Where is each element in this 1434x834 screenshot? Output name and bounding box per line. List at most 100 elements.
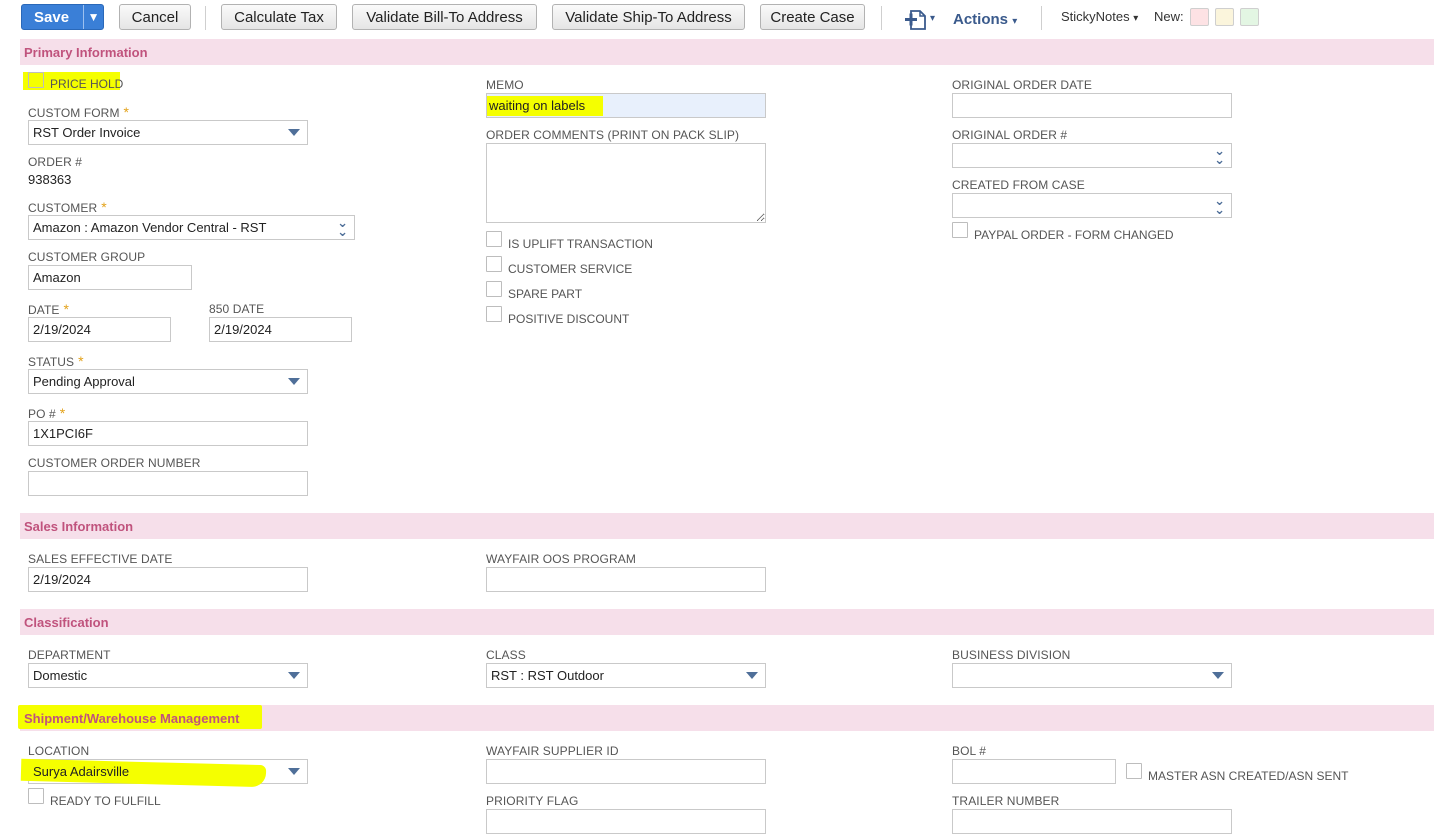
location-label: LOCATION	[28, 744, 90, 758]
bol-number-field[interactable]	[952, 759, 1116, 784]
double-chevron-down-icon: ⌄ ⌄	[337, 215, 348, 239]
customer-order-number-field[interactable]	[28, 471, 308, 496]
select-value: RST : RST Outdoor	[491, 668, 604, 683]
select-value: Pending Approval	[33, 374, 135, 389]
customer-label: CUSTOMER *	[28, 199, 107, 215]
sales-effective-date-field[interactable]: 2/19/2024	[28, 567, 308, 592]
ready-to-fulfill-checkbox[interactable]	[28, 788, 44, 804]
original-order-date-field[interactable]	[952, 93, 1232, 118]
double-chevron-down-icon: ⌄ ⌄	[1214, 143, 1225, 167]
order-comments-textarea[interactable]	[486, 143, 766, 223]
spare-part-checkbox[interactable]	[486, 281, 502, 297]
status-label: STATUS *	[28, 353, 84, 369]
custom-form-select[interactable]: RST Order Invoice	[28, 120, 308, 145]
cancel-button[interactable]: Cancel	[119, 4, 191, 30]
order-number-label: ORDER #	[28, 155, 83, 169]
original-order-date-label: ORIGINAL ORDER DATE	[952, 78, 1092, 92]
original-order-number-select[interactable]: ⌄ ⌄	[952, 143, 1232, 168]
section-header-shipment[interactable]: Shipment/Warehouse Management	[18, 705, 1434, 731]
uplift-transaction-label: IS UPLIFT TRANSACTION	[508, 237, 653, 251]
priority-flag-label: PRIORITY FLAG	[486, 794, 579, 808]
business-division-label: BUSINESS DIVISION	[952, 648, 1071, 662]
bol-number-label: BOL #	[952, 744, 987, 758]
wayfair-oos-program-label: WAYFAIR OOS PROGRAM	[486, 552, 636, 566]
section-header-sales[interactable]: Sales Information	[20, 513, 1434, 539]
dropdown-arrow-icon	[288, 129, 300, 136]
dropdown-arrow-icon	[288, 378, 300, 385]
actions-menu[interactable]: Actions ▾	[953, 11, 1017, 28]
validate-ship-to-button[interactable]: Validate Ship-To Address	[552, 4, 745, 30]
save-button[interactable]: Save	[22, 5, 83, 29]
toolbar-divider	[1041, 6, 1042, 30]
positive-discount-label: POSITIVE DISCOUNT	[508, 312, 630, 326]
trailer-number-field[interactable]	[952, 809, 1232, 834]
actions-label: Actions	[953, 11, 1009, 28]
dropdown-arrow-icon	[288, 768, 300, 775]
section-title: Primary Information	[24, 45, 148, 60]
select-value: RST Order Invoice	[33, 125, 141, 140]
customer-order-number-label: CUSTOMER ORDER NUMBER	[28, 456, 201, 470]
required-mark: *	[63, 301, 70, 317]
sticky-notes-menu[interactable]: StickyNotes ▾	[1061, 9, 1138, 24]
required-mark: *	[78, 353, 84, 369]
toolbar-divider	[205, 6, 206, 30]
paypal-order-checkbox[interactable]	[952, 222, 968, 238]
date-850-field[interactable]: 2/19/2024	[209, 317, 352, 342]
add-document-icon[interactable]	[905, 9, 929, 31]
section-title: Classification	[24, 615, 109, 630]
validate-bill-to-button[interactable]: Validate Bill-To Address	[352, 4, 537, 30]
po-number-field[interactable]: 1X1PCI6F	[28, 421, 308, 446]
required-mark: *	[101, 199, 107, 215]
caret-down-icon: ▾	[1012, 16, 1018, 27]
status-select[interactable]: Pending Approval	[28, 369, 308, 394]
sticky-notes-label: StickyNotes	[1061, 9, 1130, 24]
spare-part-label: SPARE PART	[508, 287, 583, 301]
required-mark: *	[123, 104, 130, 120]
section-header-primary[interactable]: Primary Information	[20, 39, 1434, 65]
add-menu-caret-icon[interactable]: ▾	[930, 13, 935, 24]
new-note-pink-swatch[interactable]	[1190, 8, 1209, 26]
order-number-value: 938363	[28, 172, 72, 187]
customer-group-field[interactable]: Amazon	[28, 265, 192, 290]
memo-field[interactable]: waiting on labels	[486, 93, 766, 118]
wayfair-oos-program-field[interactable]	[486, 567, 766, 592]
wayfair-supplier-id-label: WAYFAIR SUPPLIER ID	[486, 744, 619, 758]
section-header-classification[interactable]: Classification	[20, 609, 1434, 635]
price-hold-checkbox[interactable]	[28, 72, 44, 88]
ready-to-fulfill-label: READY TO FULFILL	[50, 794, 161, 808]
select-value: Domestic	[33, 668, 88, 683]
label-text: CUSTOMER	[28, 201, 98, 215]
new-note-yellow-swatch[interactable]	[1215, 8, 1234, 26]
label-text: STATUS	[28, 355, 75, 369]
wayfair-supplier-id-field[interactable]	[486, 759, 766, 784]
required-mark: *	[59, 405, 66, 421]
date-field[interactable]: 2/19/2024	[28, 317, 171, 342]
department-select[interactable]: Domestic	[28, 663, 308, 688]
toolbar-divider	[881, 6, 882, 30]
new-note-green-swatch[interactable]	[1240, 8, 1259, 26]
po-number-label: PO # *	[28, 405, 65, 421]
priority-flag-field[interactable]	[486, 809, 766, 834]
customer-select[interactable]: Amazon : Amazon Vendor Central - RST ⌄ ⌄	[28, 215, 355, 240]
new-note-label: New:	[1154, 9, 1184, 24]
positive-discount-checkbox[interactable]	[486, 306, 502, 322]
uplift-transaction-checkbox[interactable]	[486, 231, 502, 247]
save-button-group: Save ▼	[21, 4, 104, 30]
customer-service-checkbox[interactable]	[486, 256, 502, 272]
location-select[interactable]: Surya Adairsville	[20, 758, 308, 788]
created-from-case-label: CREATED FROM CASE	[952, 178, 1085, 192]
save-menu-button[interactable]: ▼	[83, 5, 103, 29]
customer-group-label: CUSTOMER GROUP	[28, 250, 146, 264]
create-case-button[interactable]: Create Case	[760, 4, 865, 30]
calculate-tax-button[interactable]: Calculate Tax	[221, 4, 337, 30]
price-hold-label: PRICE HOLD	[50, 77, 124, 91]
dropdown-arrow-icon	[288, 672, 300, 679]
class-select[interactable]: RST : RST Outdoor	[486, 663, 766, 688]
business-division-select[interactable]	[952, 663, 1232, 688]
trailer-number-label: TRAILER NUMBER	[952, 794, 1060, 808]
master-asn-checkbox[interactable]	[1126, 763, 1142, 779]
memo-label: MEMO	[486, 78, 524, 92]
department-label: DEPARTMENT	[28, 648, 111, 662]
created-from-case-select[interactable]: ⌄ ⌄	[952, 193, 1232, 218]
caret-down-icon: ▾	[1133, 13, 1139, 24]
